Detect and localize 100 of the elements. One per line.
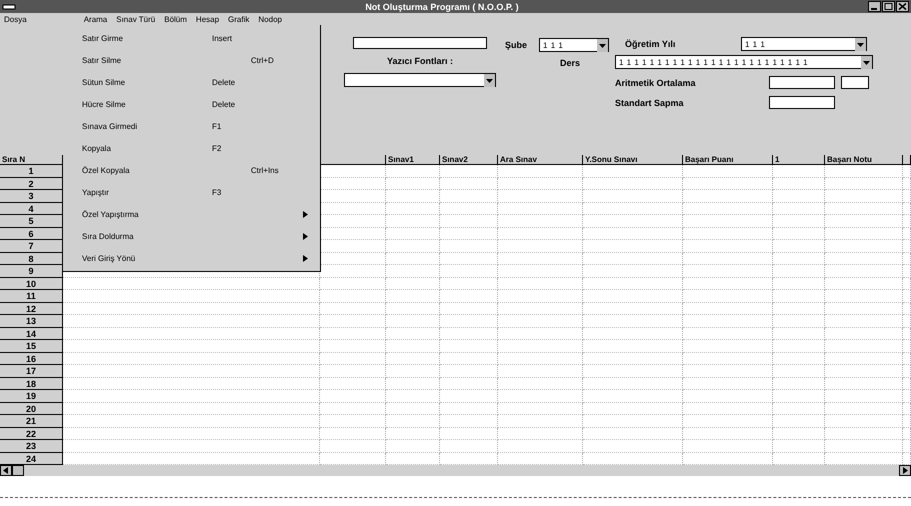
table-cell[interactable]	[683, 202, 773, 215]
row-header[interactable]: 15	[0, 340, 63, 352]
table-cell[interactable]	[825, 378, 903, 390]
table-cell[interactable]	[440, 302, 498, 315]
table-cell[interactable]	[773, 252, 825, 265]
row-header[interactable]: 4	[0, 202, 63, 215]
menu-item[interactable]: Özel Kopyala Ctrl+Ins	[63, 159, 320, 181]
table-cell[interactable]	[825, 190, 903, 202]
table-cell[interactable]	[903, 178, 911, 190]
table-cell[interactable]	[903, 352, 911, 365]
table-cell[interactable]	[63, 340, 320, 352]
table-cell[interactable]	[903, 265, 911, 278]
table-cell[interactable]	[903, 165, 911, 178]
table-cell[interactable]	[583, 415, 683, 428]
column-header[interactable]: Başarı Notu	[825, 155, 903, 165]
row-header[interactable]: 8	[0, 252, 63, 265]
menu-item[interactable]: Özel Yapıştırma	[63, 203, 320, 225]
table-cell[interactable]	[320, 352, 386, 365]
table-cell[interactable]	[683, 265, 773, 278]
table-cell[interactable]	[320, 302, 386, 315]
table-cell[interactable]	[683, 352, 773, 365]
table-cell[interactable]	[440, 328, 498, 340]
table-cell[interactable]	[825, 278, 903, 290]
table-cell[interactable]	[386, 278, 440, 290]
table-cell[interactable]	[386, 302, 440, 315]
table-cell[interactable]	[63, 290, 320, 302]
submenu-arrow-icon[interactable]	[303, 254, 308, 262]
table-cell[interactable]	[320, 402, 386, 415]
table-cell[interactable]	[773, 402, 825, 415]
table-cell[interactable]	[825, 302, 903, 315]
table-cell[interactable]	[320, 278, 386, 290]
table-cell[interactable]	[320, 390, 386, 402]
table-cell[interactable]	[440, 215, 498, 228]
table-cell[interactable]	[683, 315, 773, 328]
menu-item[interactable]: Nodop	[258, 14, 282, 24]
table-cell[interactable]	[583, 215, 683, 228]
table-cell[interactable]	[773, 190, 825, 202]
table-cell[interactable]	[440, 240, 498, 252]
table-cell[interactable]	[63, 440, 320, 452]
row-header[interactable]: 7	[0, 240, 63, 252]
table-cell[interactable]	[773, 302, 825, 315]
year-combo-box[interactable]: 1 1 1	[741, 37, 867, 51]
table-cell[interactable]	[498, 328, 583, 340]
table-cell[interactable]	[903, 190, 911, 202]
table-cell[interactable]	[386, 352, 440, 365]
row-header[interactable]: 13	[0, 315, 63, 328]
table-cell[interactable]	[903, 302, 911, 315]
table-cell[interactable]	[903, 240, 911, 252]
row-header[interactable]: 17	[0, 365, 63, 378]
row-header[interactable]: 11	[0, 290, 63, 302]
table-cell[interactable]	[583, 190, 683, 202]
table-cell[interactable]	[386, 165, 440, 178]
table-cell[interactable]	[773, 378, 825, 390]
table-cell[interactable]	[825, 415, 903, 428]
table-cell[interactable]	[440, 202, 498, 215]
table-cell[interactable]	[440, 265, 498, 278]
table-cell[interactable]	[773, 215, 825, 228]
table-cell[interactable]	[903, 278, 911, 290]
menu-item[interactable]: Hücre Silme Delete	[63, 93, 320, 115]
table-cell[interactable]	[498, 240, 583, 252]
table-cell[interactable]	[683, 240, 773, 252]
column-header[interactable]: Sınav1	[386, 155, 440, 165]
menu-item[interactable]: Dosya	[4, 14, 27, 24]
table-cell[interactable]	[498, 265, 583, 278]
table-cell[interactable]	[825, 265, 903, 278]
table-cell[interactable]	[498, 365, 583, 378]
column-header[interactable]	[903, 155, 911, 165]
table-cell[interactable]	[498, 440, 583, 452]
column-header[interactable]: Ara Sınav	[498, 155, 583, 165]
table-cell[interactable]	[583, 290, 683, 302]
row-header[interactable]: 24	[0, 452, 63, 465]
table-cell[interactable]	[498, 252, 583, 265]
table-cell[interactable]	[773, 365, 825, 378]
table-cell[interactable]	[683, 402, 773, 415]
close-icon[interactable]	[896, 1, 909, 12]
table-cell[interactable]	[440, 340, 498, 352]
table-cell[interactable]	[825, 290, 903, 302]
table-cell[interactable]	[903, 315, 911, 328]
table-cell[interactable]	[498, 228, 583, 240]
table-cell[interactable]	[903, 402, 911, 415]
menu-item[interactable]: Sınava Girmedi F1	[63, 115, 320, 137]
table-cell[interactable]	[583, 165, 683, 178]
table-cell[interactable]	[583, 265, 683, 278]
table-cell[interactable]	[320, 328, 386, 340]
row-header[interactable]: 19	[0, 390, 63, 402]
table-cell[interactable]	[683, 215, 773, 228]
row-header[interactable]: 20	[0, 402, 63, 415]
table-cell[interactable]	[773, 240, 825, 252]
table-cell[interactable]	[683, 290, 773, 302]
table-cell[interactable]	[440, 190, 498, 202]
table-cell[interactable]	[683, 190, 773, 202]
column-header[interactable]: Sıra N	[0, 155, 63, 165]
table-cell[interactable]	[683, 178, 773, 190]
table-cell[interactable]	[498, 290, 583, 302]
table-cell[interactable]	[825, 178, 903, 190]
table-cell[interactable]	[320, 340, 386, 352]
menu-item[interactable]: Sıra Doldurma	[63, 225, 320, 247]
table-cell[interactable]	[63, 378, 320, 390]
table-cell[interactable]	[386, 378, 440, 390]
table-cell[interactable]	[773, 278, 825, 290]
